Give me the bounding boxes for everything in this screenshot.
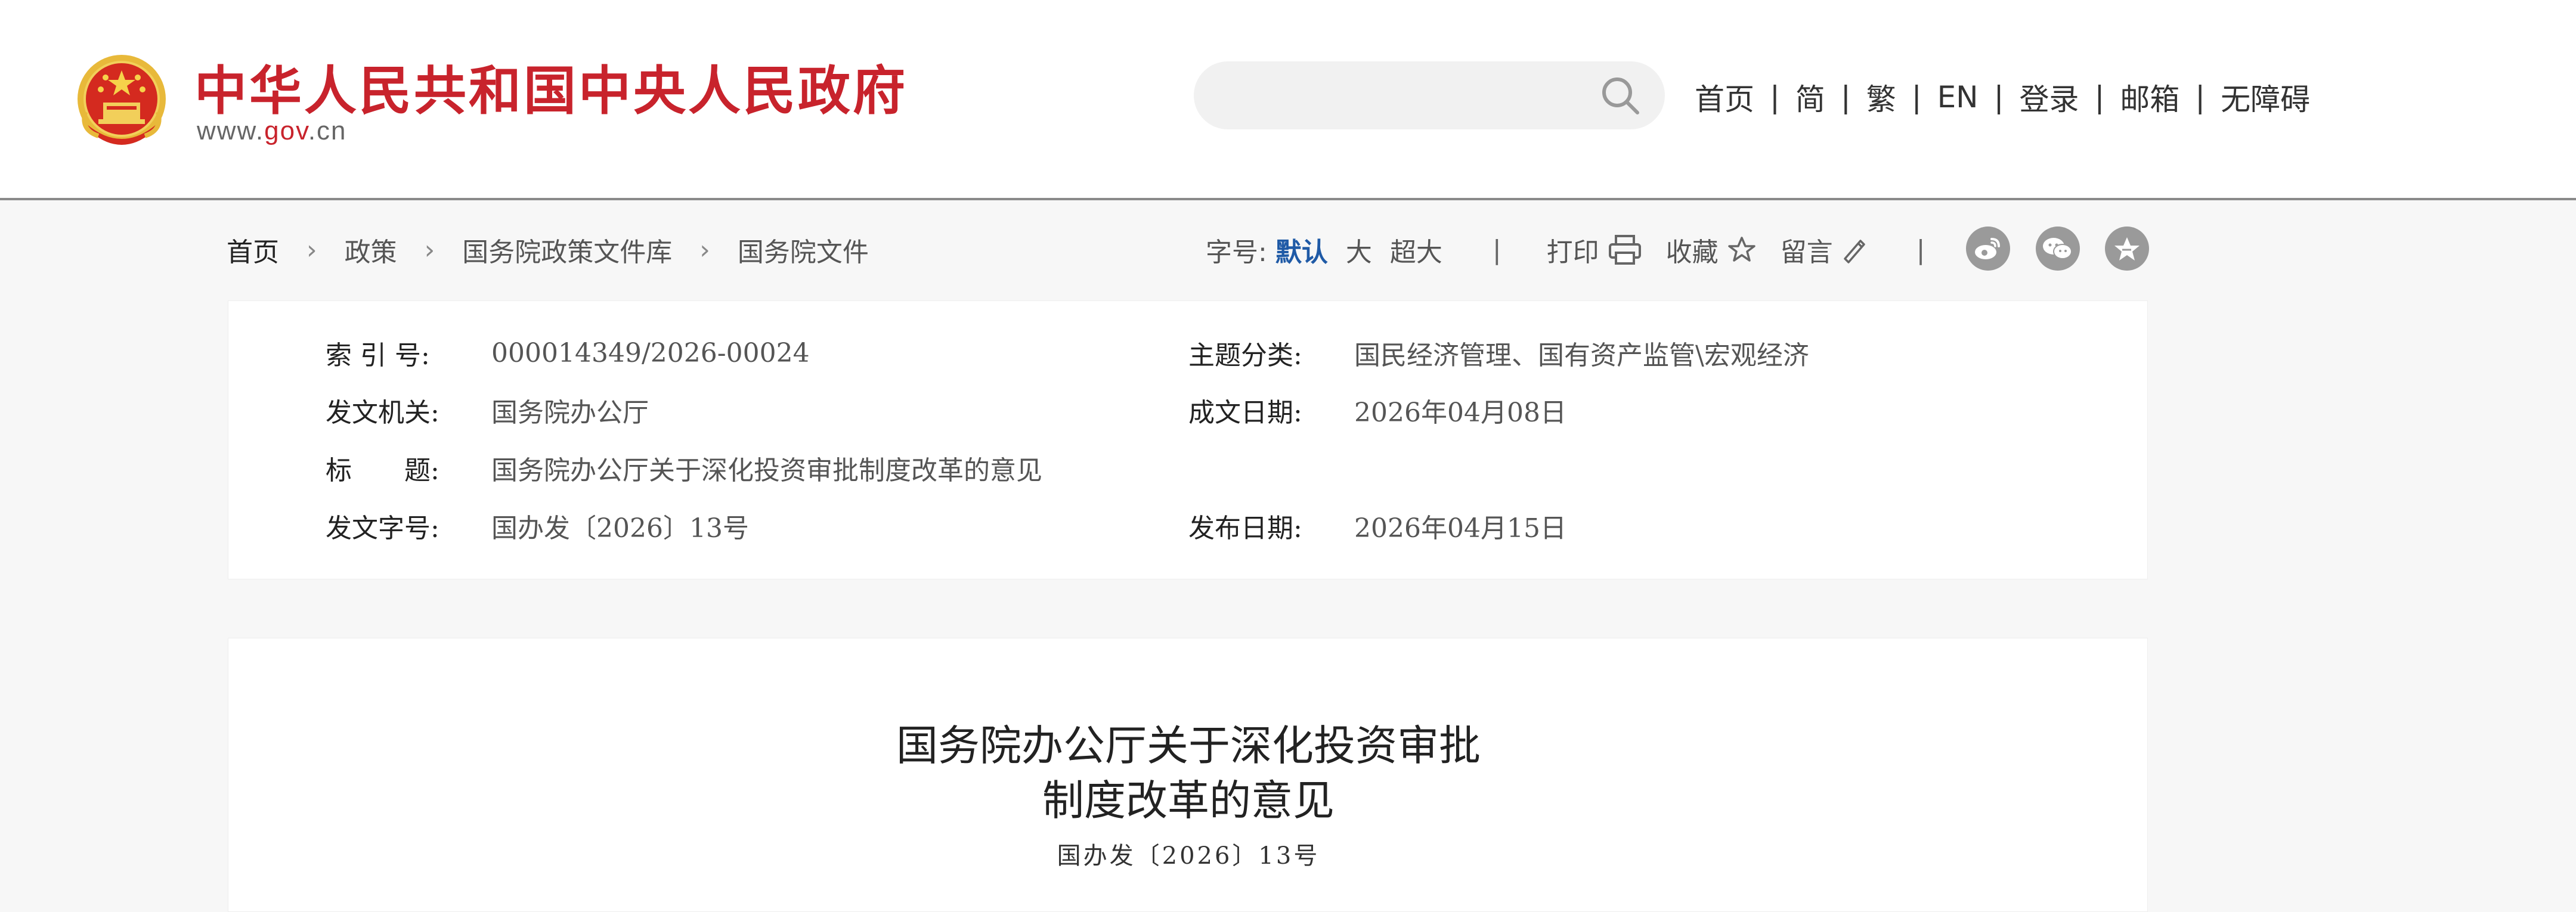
article-doc-number: 国办发〔2026〕13号 <box>1057 842 1320 870</box>
weibo-icon <box>1975 238 2000 259</box>
tools-divider: | <box>1492 234 1501 265</box>
search-input[interactable] <box>1194 61 1665 129</box>
meta-row-index: 索 引 号: 000014349/2026-00024 <box>326 332 810 374</box>
search-icon[interactable] <box>1598 73 1643 119</box>
breadcrumb-policy[interactable]: 政策 <box>345 231 397 269</box>
pencil-icon <box>1843 240 1865 263</box>
domain-suffix: .cn <box>308 116 347 145</box>
meta-title-label: 标 题: <box>326 455 439 486</box>
tools-divider-2: | <box>1916 234 1925 265</box>
breadcrumb: 首页 › 政策 › 国务院政策文件库 › 国务院文件 <box>227 229 869 271</box>
site-header: 中华人民共和国中央人民政府 www.gov.cn 首页 | 简 | 繁 | EN… <box>0 0 2576 200</box>
nav-separator: | <box>1770 80 1780 114</box>
star-icon <box>1727 237 1755 262</box>
meta-title-value: 国务院办公厅关于深化投资审批制度改革的意见 <box>491 455 1042 486</box>
national-emblem-icon[interactable] <box>75 52 169 148</box>
meta-row-title: 标 题: 国务院办公厅关于深化投资审批制度改革的意见 <box>326 447 1042 489</box>
meta-row-issuer: 发文机关: 国务院办公厅 <box>326 389 649 431</box>
font-size-label: 字号: <box>1206 237 1267 268</box>
meta-publish-value: 2026年04月15日 <box>1354 513 1566 544</box>
meta-doc-no-value: 国办发〔2026〕13号 <box>491 513 749 544</box>
nav-traditional[interactable]: 繁 <box>1866 76 1896 119</box>
wechat-share-button[interactable] <box>2036 227 2080 271</box>
wechat-icon <box>2043 238 2072 259</box>
nav-english[interactable]: EN <box>1937 80 1979 114</box>
chevron-right-icon: › <box>424 234 435 265</box>
chevron-right-icon: › <box>699 234 710 265</box>
meta-issuer-value: 国务院办公厅 <box>491 398 649 428</box>
comment-button[interactable]: 留言 <box>1781 231 1869 269</box>
breadcrumb-state-council-docs[interactable]: 国务院文件 <box>738 231 869 269</box>
font-size-large-button[interactable]: 大 <box>1346 231 1372 269</box>
article-title-line-1: 国务院办公厅关于深化投资审批 <box>896 721 1481 770</box>
comment-label: 留言 <box>1780 237 1833 268</box>
meta-doc-no-label: 发文字号: <box>326 513 439 544</box>
meta-category-value: 国民经济管理、国有资产监管\宏观经济 <box>1354 340 1809 371</box>
favorite-button[interactable]: 收藏 <box>1666 231 1757 269</box>
meta-index-label: 索 引 号: <box>326 340 430 371</box>
meta-row-category: 主题分类: 国民经济管理、国有资产监管\宏观经济 <box>1188 332 1809 374</box>
meta-issuer-label: 发文机关: <box>326 398 439 428</box>
top-nav: 首页 | 简 | 繁 | EN | 登录 | 邮箱 | 无障碍 <box>1695 76 2310 118</box>
nav-separator: | <box>1840 80 1851 114</box>
nav-simplified[interactable]: 简 <box>1795 76 1825 119</box>
article-tools: 字号: 默认 大 超大 | 打印 收藏 留言 | <box>1206 229 1925 271</box>
qzone-icon <box>2114 237 2140 260</box>
domain-prefix: www. <box>197 116 265 145</box>
print-button[interactable]: 打印 <box>1547 231 1642 269</box>
site-title[interactable]: 中华人民共和国中央人民政府 <box>194 49 908 125</box>
qzone-share-button[interactable] <box>2105 227 2149 271</box>
font-size-xl-button[interactable]: 超大 <box>1390 231 1442 269</box>
article-title-line-2: 制度改革的意见 <box>1042 776 1335 825</box>
print-label: 打印 <box>1546 237 1599 268</box>
nav-separator: | <box>2195 80 2206 114</box>
font-size-default-button[interactable]: 默认 <box>1275 231 1328 269</box>
nav-home[interactable]: 首页 <box>1695 76 1754 119</box>
document-metadata-card: 索 引 号: 000014349/2026-00024 主题分类: 国民经济管理… <box>228 300 2148 579</box>
favorite-label: 收藏 <box>1665 237 1719 268</box>
site-domain: www.gov.cn <box>197 116 347 146</box>
meta-row-doc-no: 发文字号: 国办发〔2026〕13号 <box>326 505 749 547</box>
nav-separator: | <box>2094 80 2105 114</box>
domain-gov: gov <box>264 116 308 145</box>
meta-date-written-label: 成文日期: <box>1188 398 1302 428</box>
meta-row-date-written: 成文日期: 2026年04月08日 <box>1188 389 1566 431</box>
printer-icon <box>1608 235 1641 265</box>
meta-index-value: 000014349/2026-00024 <box>491 337 810 368</box>
nav-mail[interactable]: 邮箱 <box>2120 76 2179 119</box>
nav-separator: | <box>1993 80 2004 114</box>
chevron-right-icon: › <box>306 234 317 265</box>
weibo-share-button[interactable] <box>1966 227 2010 271</box>
article-card: 国务院办公厅关于深化投资审批 制度改革的意见 国办发〔2026〕13号 <box>228 638 2148 912</box>
nav-separator: | <box>1911 80 1922 114</box>
meta-date-written-value: 2026年04月08日 <box>1354 398 1566 428</box>
meta-category-label: 主题分类: <box>1188 340 1302 371</box>
nav-accessibility[interactable]: 无障碍 <box>2221 76 2310 119</box>
breadcrumb-policy-library[interactable]: 国务院政策文件库 <box>462 231 672 269</box>
meta-row-publish-date: 发布日期: 2026年04月15日 <box>1188 505 1566 547</box>
nav-login[interactable]: 登录 <box>2019 76 2079 119</box>
meta-publish-label: 发布日期: <box>1188 513 1302 544</box>
breadcrumb-home[interactable]: 首页 <box>227 231 279 269</box>
